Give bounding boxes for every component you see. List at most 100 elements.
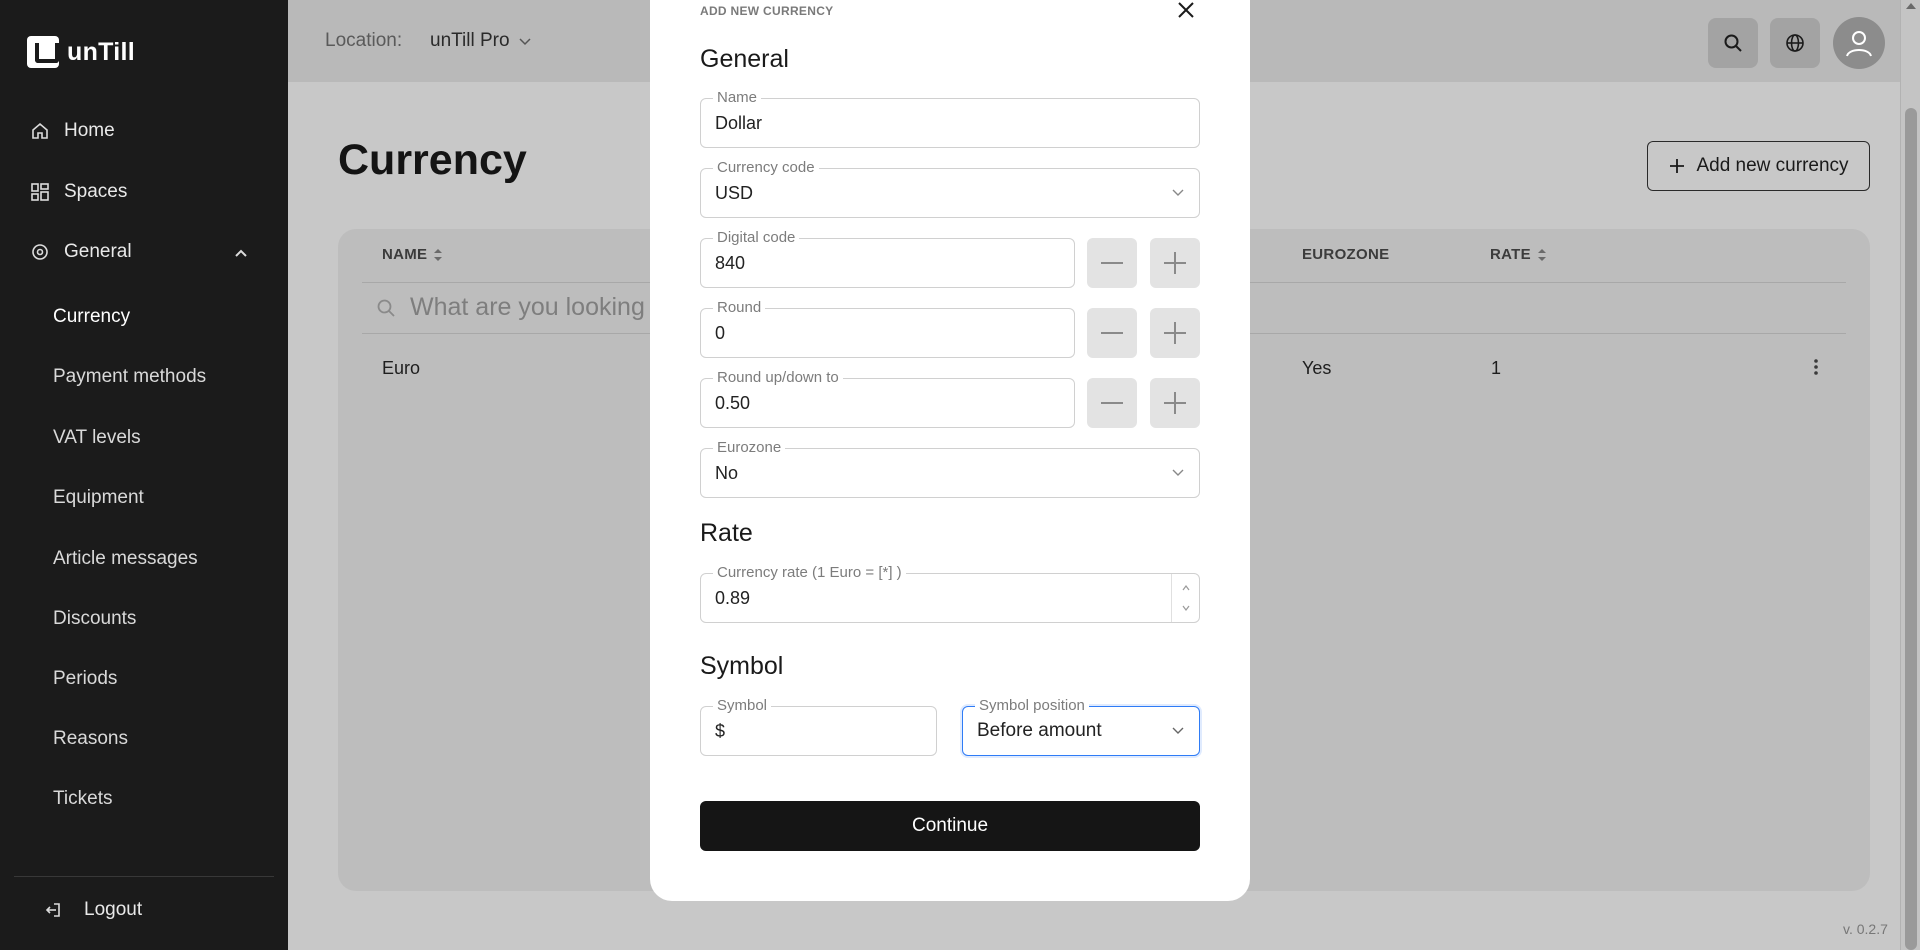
add-currency-button[interactable]: Add new currency bbox=[1647, 141, 1870, 191]
location-label: Location: bbox=[325, 30, 403, 51]
sidebar-item-label: General bbox=[64, 241, 132, 262]
sidebar-item-equipment[interactable]: Equipment bbox=[53, 487, 144, 509]
search-icon bbox=[377, 299, 395, 317]
field-value: USD bbox=[715, 183, 754, 203]
field-label: Symbol position bbox=[975, 697, 1089, 715]
round-to-field[interactable]: Round up/down to 0.50 bbox=[700, 369, 1075, 428]
digital-code-field[interactable]: Digital code 840 bbox=[700, 229, 1075, 288]
chevron-up-icon[interactable] bbox=[232, 244, 250, 262]
scroll-thumb[interactable] bbox=[1905, 108, 1917, 950]
table-cell-name: Euro bbox=[382, 358, 421, 378]
location-selector[interactable]: unTill Pro bbox=[430, 30, 532, 52]
number-spinner[interactable] bbox=[1171, 574, 1199, 622]
page-title: Currency bbox=[338, 136, 527, 184]
add-currency-modal: ADD NEW CURRENCY General Name Dollar Cur… bbox=[650, 0, 1250, 901]
plus-icon bbox=[1164, 252, 1186, 274]
symbol-field[interactable]: Symbol $ bbox=[700, 697, 937, 756]
round-field[interactable]: Round 0 bbox=[700, 299, 1075, 358]
field-label: Round up/down to bbox=[713, 369, 843, 387]
user-icon bbox=[1846, 31, 1872, 57]
page-scrollbar[interactable] bbox=[1900, 0, 1920, 950]
sidebar-item-tickets[interactable]: Tickets bbox=[53, 788, 112, 810]
more-options-icon[interactable] bbox=[1812, 357, 1820, 377]
sidebar-item-article-messages[interactable]: Article messages bbox=[53, 548, 198, 570]
app-version: v. 0.2.7 bbox=[1843, 921, 1888, 937]
field-label: Name bbox=[713, 89, 762, 107]
chevron-down-icon bbox=[1172, 469, 1184, 476]
field-value: 0.50 bbox=[715, 393, 751, 413]
sort-icon bbox=[1537, 248, 1546, 261]
logout-button[interactable]: Logout bbox=[44, 899, 142, 921]
table-search-placeholder: What are you looking bbox=[410, 293, 645, 321]
close-icon[interactable] bbox=[1176, 0, 1196, 20]
scroll-up-arrow[interactable] bbox=[1906, 3, 1916, 9]
search-icon bbox=[1724, 34, 1742, 52]
user-avatar[interactable] bbox=[1833, 17, 1885, 69]
field-label: Symbol bbox=[713, 697, 772, 715]
sidebar-item-currency[interactable]: Currency bbox=[53, 306, 130, 328]
search-button[interactable] bbox=[1708, 18, 1758, 68]
sidebar-item-general[interactable]: General bbox=[30, 241, 132, 263]
add-currency-label: Add new currency bbox=[1696, 155, 1849, 176]
field-label: Eurozone bbox=[713, 439, 786, 457]
brand-logo[interactable]: unTill bbox=[27, 36, 135, 68]
digital-code-increment-button[interactable] bbox=[1150, 238, 1200, 288]
round-to-increment-button[interactable] bbox=[1150, 378, 1200, 428]
sidebar-item-payment-methods[interactable]: Payment methods bbox=[53, 366, 206, 388]
plus-icon bbox=[1670, 159, 1685, 173]
column-header-label: EUROZONE bbox=[1302, 246, 1390, 263]
digital-code-decrement-button[interactable] bbox=[1087, 238, 1137, 288]
field-label: Round bbox=[713, 299, 766, 317]
column-header-eurozone[interactable]: EUROZONE bbox=[1302, 246, 1389, 263]
globe-icon bbox=[1786, 34, 1804, 52]
location-value: unTill Pro bbox=[430, 30, 510, 51]
currency-code-select[interactable]: Currency code USD bbox=[700, 159, 1200, 218]
column-header-label: RATE bbox=[1490, 246, 1531, 263]
chevron-down-icon bbox=[1172, 189, 1184, 196]
field-value: No bbox=[715, 463, 739, 483]
sidebar-item-vat-levels[interactable]: VAT levels bbox=[53, 427, 141, 449]
continue-button[interactable]: Continue bbox=[700, 801, 1200, 851]
symbol-position-select[interactable]: Symbol position Before amount bbox=[962, 697, 1200, 756]
untill-logo-icon bbox=[27, 36, 59, 68]
settings-icon bbox=[30, 242, 50, 262]
sidebar-item-reasons[interactable]: Reasons bbox=[53, 728, 128, 750]
table-search[interactable]: What are you looking bbox=[376, 293, 645, 322]
minus-icon bbox=[1101, 332, 1123, 334]
field-value: $ bbox=[715, 721, 726, 741]
name-field[interactable]: Name Dollar bbox=[700, 89, 1200, 148]
language-button[interactable] bbox=[1770, 18, 1820, 68]
sidebar-divider bbox=[14, 876, 274, 877]
round-increment-button[interactable] bbox=[1150, 308, 1200, 358]
spin-up-icon[interactable] bbox=[1181, 584, 1191, 592]
sidebar: unTill Home Spaces General Currency Paym… bbox=[0, 0, 288, 950]
sidebar-item-label: Spaces bbox=[64, 181, 128, 202]
currency-rate-field[interactable]: Currency rate (1 Euro = [*] ) 0.89 bbox=[700, 564, 1200, 623]
field-value: 0 bbox=[715, 323, 726, 343]
field-value: Before amount bbox=[977, 720, 1102, 741]
sidebar-item-spaces[interactable]: Spaces bbox=[30, 181, 127, 203]
column-header-name[interactable]: NAME bbox=[382, 246, 443, 263]
sidebar-item-periods[interactable]: Periods bbox=[53, 668, 117, 690]
modal-title: ADD NEW CURRENCY bbox=[700, 4, 834, 18]
plus-icon bbox=[1164, 392, 1186, 414]
sidebar-item-home[interactable]: Home bbox=[30, 120, 115, 142]
table-cell-rate: 1 bbox=[1491, 358, 1502, 378]
field-value: Dollar bbox=[715, 113, 763, 133]
field-label: Currency rate (1 Euro = [*] ) bbox=[713, 564, 906, 582]
round-decrement-button[interactable] bbox=[1087, 308, 1137, 358]
section-title-symbol: Symbol bbox=[700, 652, 784, 680]
round-to-decrement-button[interactable] bbox=[1087, 378, 1137, 428]
sidebar-item-discounts[interactable]: Discounts bbox=[53, 608, 136, 630]
chevron-down-icon bbox=[1172, 727, 1184, 734]
section-title-rate: Rate bbox=[700, 519, 753, 547]
spin-down-icon[interactable] bbox=[1181, 604, 1191, 612]
sidebar-item-label: Home bbox=[64, 120, 115, 141]
home-icon bbox=[30, 121, 50, 141]
eurozone-select[interactable]: Eurozone No bbox=[700, 439, 1200, 498]
plus-icon bbox=[1164, 322, 1186, 344]
field-value: 840 bbox=[715, 253, 746, 273]
field-label: Digital code bbox=[713, 229, 800, 247]
column-header-rate[interactable]: RATE bbox=[1490, 246, 1547, 263]
section-title-general: General bbox=[700, 45, 789, 73]
